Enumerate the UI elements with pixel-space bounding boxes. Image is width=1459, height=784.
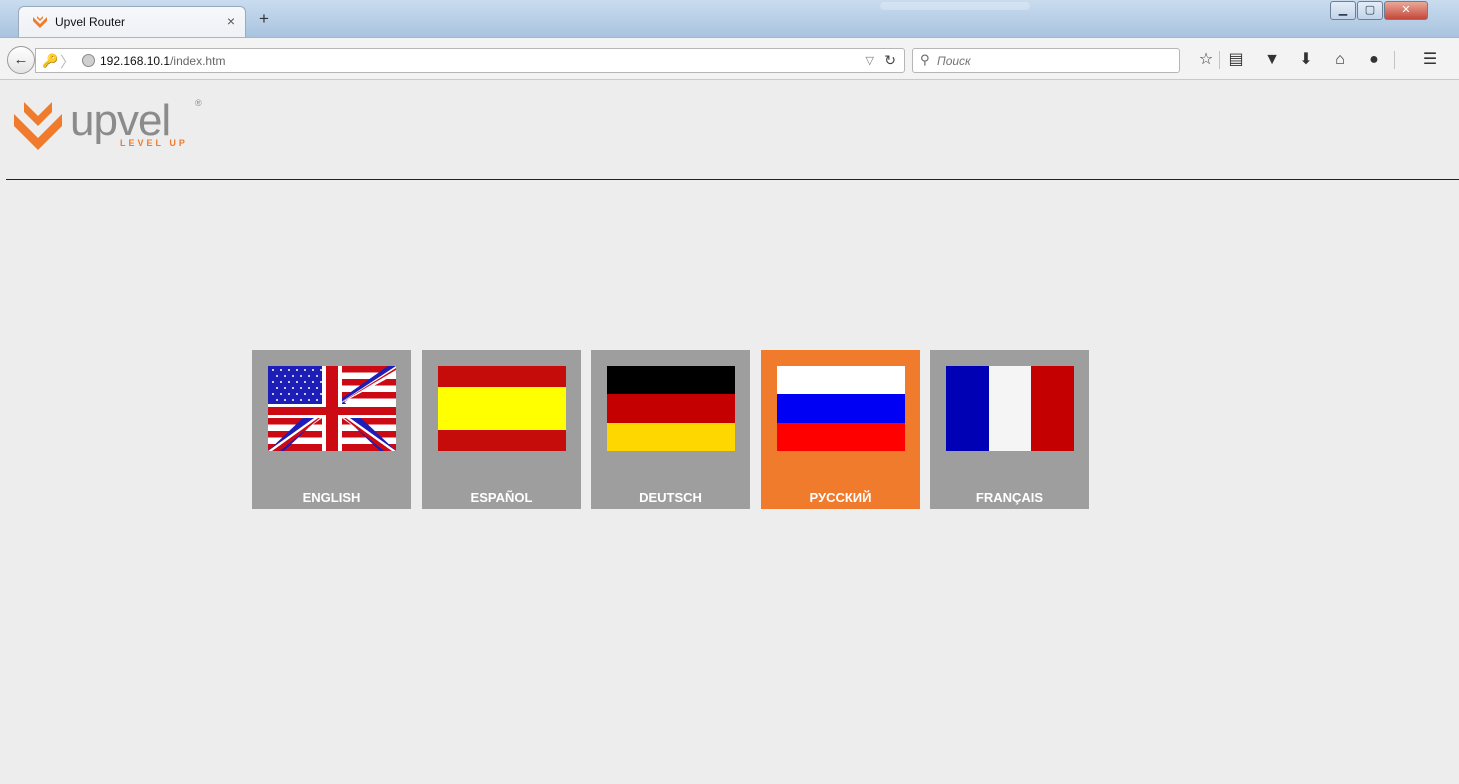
- language-label: РУССКИЙ: [809, 490, 872, 505]
- url-text[interactable]: 192.168.10.1/index.htm: [100, 54, 225, 68]
- toolbar-separator: [1394, 51, 1395, 69]
- chat-icon[interactable]: ●: [1364, 50, 1384, 70]
- toolbar-separator: [1219, 51, 1220, 69]
- language-german-button[interactable]: DEUTSCH: [591, 350, 750, 509]
- logo-registered-mark: ®: [195, 98, 202, 108]
- language-label: FRANÇAIS: [975, 490, 1044, 505]
- language-russian-button[interactable]: РУССКИЙ: [761, 350, 920, 509]
- language-spanish-button[interactable]: ESPAÑOL: [422, 350, 581, 509]
- language-label: ENGLISH: [302, 490, 361, 505]
- language-french-button[interactable]: FRANÇAIS: [930, 350, 1089, 509]
- history-dropdown-icon[interactable]: ▽: [866, 54, 874, 67]
- upvel-chevron-icon: [14, 102, 62, 150]
- search-input[interactable]: [937, 52, 1167, 69]
- browser-tab[interactable]: Upvel Router ×: [18, 6, 246, 37]
- us-uk-flag-icon: [268, 366, 396, 451]
- new-tab-button[interactable]: +: [256, 9, 272, 29]
- tab-title: Upvel Router: [55, 15, 126, 29]
- browser-navbar: 🔑 〉 192.168.10.1/index.htm ▽ ↻ ← ⚲ ☆ ▤ ▼…: [0, 37, 1459, 80]
- upvel-favicon-icon: [33, 16, 47, 28]
- france-flag-icon: [946, 366, 1074, 451]
- pocket-icon[interactable]: ▼: [1262, 50, 1282, 70]
- restore-button[interactable]: ▢: [1357, 1, 1383, 20]
- reading-list-icon[interactable]: ▤: [1226, 50, 1246, 70]
- browser-titlebar: Upvel Router × + ▁ ▢ ✕: [0, 0, 1459, 37]
- tab-close-icon[interactable]: ×: [227, 13, 235, 29]
- minimize-button[interactable]: ▁: [1330, 1, 1356, 20]
- bookmark-star-icon[interactable]: ☆: [1196, 50, 1216, 70]
- language-label: ESPAÑOL: [470, 490, 533, 505]
- download-icon[interactable]: ⬇: [1296, 50, 1316, 70]
- window-close-button[interactable]: ✕: [1384, 1, 1428, 20]
- spain-flag-icon: [438, 366, 566, 451]
- url-path: /index.htm: [170, 54, 226, 68]
- logo-tagline: LEVEL UP: [120, 138, 188, 148]
- menu-icon[interactable]: ☰: [1420, 50, 1440, 70]
- url-host: 192.168.10.1: [100, 54, 171, 68]
- globe-icon[interactable]: [82, 54, 95, 67]
- back-button[interactable]: ←: [7, 46, 35, 74]
- header-divider: [6, 179, 1459, 180]
- search-bar[interactable]: ⚲: [912, 48, 1180, 73]
- germany-flag-icon: [607, 366, 735, 451]
- address-bar[interactable]: 🔑 〉 192.168.10.1/index.htm ▽ ↻: [35, 48, 905, 73]
- home-icon[interactable]: ⌂: [1330, 50, 1350, 70]
- language-label: DEUTSCH: [639, 490, 702, 505]
- search-icon: ⚲: [920, 52, 930, 67]
- russia-flag-icon: [777, 366, 905, 451]
- language-english-button[interactable]: ENGLISH: [252, 350, 411, 509]
- upvel-logo: upvel ® LEVEL UP: [12, 96, 212, 156]
- separator-icon: 〉: [60, 54, 76, 71]
- reload-icon[interactable]: ↻: [884, 52, 896, 69]
- titlebar-glow: [880, 2, 1030, 10]
- key-icon[interactable]: 🔑: [42, 53, 58, 69]
